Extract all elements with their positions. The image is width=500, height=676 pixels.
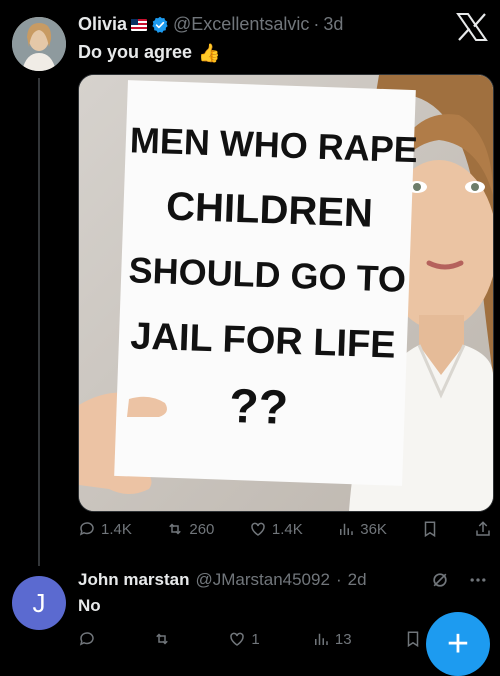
more-icon[interactable] — [468, 570, 488, 590]
tweet-time[interactable]: 3d — [323, 14, 343, 35]
reply-author-name[interactable]: John marstan — [78, 570, 189, 590]
reply-avatar[interactable]: J — [12, 576, 66, 630]
separator-dot: · — [313, 14, 320, 34]
bookmark-button[interactable] — [421, 520, 439, 538]
avatar-image — [12, 17, 66, 71]
retweet-count: 260 — [189, 520, 215, 538]
reply-like-count: 1 — [251, 630, 260, 648]
reply-time[interactable]: 2d — [348, 570, 367, 590]
tweet-text: Do you agree 👍 — [78, 42, 220, 63]
share-button[interactable] — [474, 520, 492, 538]
reply-like-button[interactable]: 1 — [228, 630, 260, 648]
grok-icon[interactable] — [430, 570, 450, 590]
media-photo: MEN WHO RAPE CHILDREN SHOULD GO TO JAIL … — [79, 75, 493, 511]
reply-retweet-button[interactable] — [153, 630, 176, 648]
reply-icon — [79, 522, 94, 536]
retweet-button[interactable]: 260 — [166, 520, 214, 538]
reply-button[interactable]: 1.4K — [78, 520, 132, 538]
reply-icon — [79, 632, 94, 646]
sign-line-5: ?? — [228, 380, 288, 435]
reply-author-handle[interactable]: @JMarstan45092 — [195, 570, 329, 590]
reply-tools — [430, 570, 488, 590]
bookmark-icon — [425, 521, 436, 538]
author-name[interactable]: Olivia — [78, 14, 127, 35]
views-icon — [340, 523, 353, 535]
reply-header: John marstan @JMarstan45092 · 2d — [78, 570, 367, 590]
author-handle[interactable]: @Excellentsalvic — [173, 14, 309, 35]
reply-text: No — [78, 596, 101, 615]
reply-views-count: 13 — [334, 630, 352, 648]
reply-views-button[interactable]: 13 — [312, 630, 352, 648]
reply-count: 1.4K — [101, 520, 132, 538]
share-icon — [476, 521, 490, 536]
thread-line — [38, 78, 40, 566]
compose-button[interactable]: + — [426, 612, 490, 676]
avatar-letter: J — [32, 587, 46, 618]
separator-dot: · — [335, 570, 342, 589]
reply-reply-button[interactable] — [78, 630, 101, 648]
verified-badge-icon — [152, 16, 168, 33]
us-flag-icon — [131, 18, 148, 31]
like-count: 1.4K — [271, 520, 303, 538]
reply-bookmark-button[interactable] — [404, 630, 422, 648]
thumbs-up-emoji: 👍 — [198, 42, 221, 63]
like-icon — [230, 632, 245, 646]
like-icon — [251, 522, 265, 536]
retweet-icon — [169, 523, 182, 535]
views-icon — [314, 633, 328, 645]
tweet-header: Olivia @Excellentsalvic · 3d — [78, 14, 343, 35]
retweet-icon — [156, 633, 168, 645]
tweet-media[interactable]: MEN WHO RAPE CHILDREN SHOULD GO TO JAIL … — [78, 74, 494, 512]
sign-line-2: CHILDREN — [166, 185, 374, 236]
bookmark-icon — [407, 631, 419, 648]
views-count: 36K — [360, 520, 387, 538]
tweet-body: Do you agree — [78, 42, 193, 62]
avatar[interactable] — [12, 17, 66, 71]
like-button[interactable]: 1.4K — [249, 520, 303, 538]
views-button[interactable]: 36K — [337, 520, 387, 538]
tweet-actions: 1.4K 260 1.4K 36K — [78, 520, 492, 538]
x-logo-icon[interactable] — [456, 12, 488, 42]
compose-plus-icon: + — [446, 623, 470, 665]
